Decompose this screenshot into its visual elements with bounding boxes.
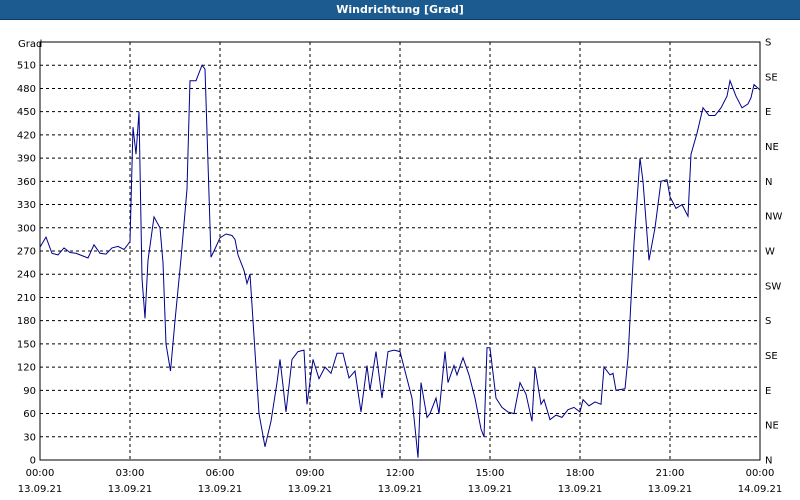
y-tick-label: 270 [17, 247, 36, 258]
y-tick-label: 480 [17, 84, 36, 95]
y-tick-label: 60 [23, 409, 36, 420]
compass-tick-label: S [765, 38, 771, 49]
y-tick-label: 330 [17, 200, 36, 211]
x-tick-time: 21:00 [656, 468, 685, 479]
window-title: Windrichtung [Grad] [0, 0, 800, 20]
compass-tick-label: SW [765, 281, 781, 292]
x-tick-time: 09:00 [296, 468, 325, 479]
compass-tick-label: S [765, 316, 771, 327]
compass-tick-label: NW [765, 212, 782, 223]
y-tick-label: 90 [23, 386, 36, 397]
compass-tick-label: N [765, 456, 772, 467]
compass-tick-label: E [765, 386, 771, 397]
x-tick-date: 13.09.21 [198, 484, 243, 495]
x-tick-date: 13.09.21 [558, 484, 603, 495]
y-tick-label: 390 [17, 154, 36, 165]
y-axis-ticks: 0 30 60 90 120 150 180 210 240 270 300 330 360 390 420… [17, 61, 36, 467]
x-tick-date: 13.09.21 [18, 484, 63, 495]
y-tick-label: 0 [30, 456, 36, 467]
x-tick-time: 03:00 [116, 468, 145, 479]
y-tick-label: 300 [17, 223, 36, 234]
x-tick-time: 12:00 [386, 468, 415, 479]
y-tick-label: 210 [17, 293, 36, 304]
y-tick-label: 360 [17, 177, 36, 188]
compass-tick-label: SE [765, 351, 778, 362]
x-tick-time: 18:00 [566, 468, 595, 479]
y-tick-label: 510 [17, 61, 36, 72]
y-tick-label: 420 [17, 130, 36, 141]
compass-tick-label: E [765, 107, 771, 118]
x-tick-time: 06:00 [206, 468, 235, 479]
y-tick-label: 180 [17, 316, 36, 327]
x-tick-date: 14.09.21 [738, 484, 783, 495]
compass-axis-ticks: N NE E SE S SW W NW N NE E SE S [765, 38, 782, 467]
x-axis-ticks: 00:00 13.09.21 03:00 13.09.21 06:00 13.09.21 0… [18, 468, 783, 495]
y-tick-label: 240 [17, 270, 36, 281]
wind-direction-chart: 0 30 60 90 120 150 180 210 240 270 300 330 360 390 420… [17, 38, 783, 496]
compass-tick-label: NE [765, 421, 779, 432]
compass-tick-label: N [765, 177, 772, 188]
x-tick-time: 00:00 [26, 468, 55, 479]
y-tick-label: 120 [17, 363, 36, 374]
y-tick-label: 30 [23, 432, 36, 443]
y-axis-unit: Grad [18, 39, 42, 50]
x-tick-date: 13.09.21 [378, 484, 423, 495]
x-tick-date: 13.09.21 [468, 484, 513, 495]
x-tick-date: 13.09.21 [108, 484, 153, 495]
compass-tick-label: NE [765, 142, 779, 153]
compass-tick-label: W [765, 247, 775, 258]
x-tick-time: 15:00 [476, 468, 505, 479]
compass-tick-label: SE [765, 72, 778, 83]
y-tick-label: 150 [17, 339, 36, 350]
x-tick-date: 13.09.21 [648, 484, 693, 495]
y-tick-label: 450 [17, 107, 36, 118]
x-tick-time: 00:00 [746, 468, 775, 479]
x-tick-date: 13.09.21 [288, 484, 333, 495]
